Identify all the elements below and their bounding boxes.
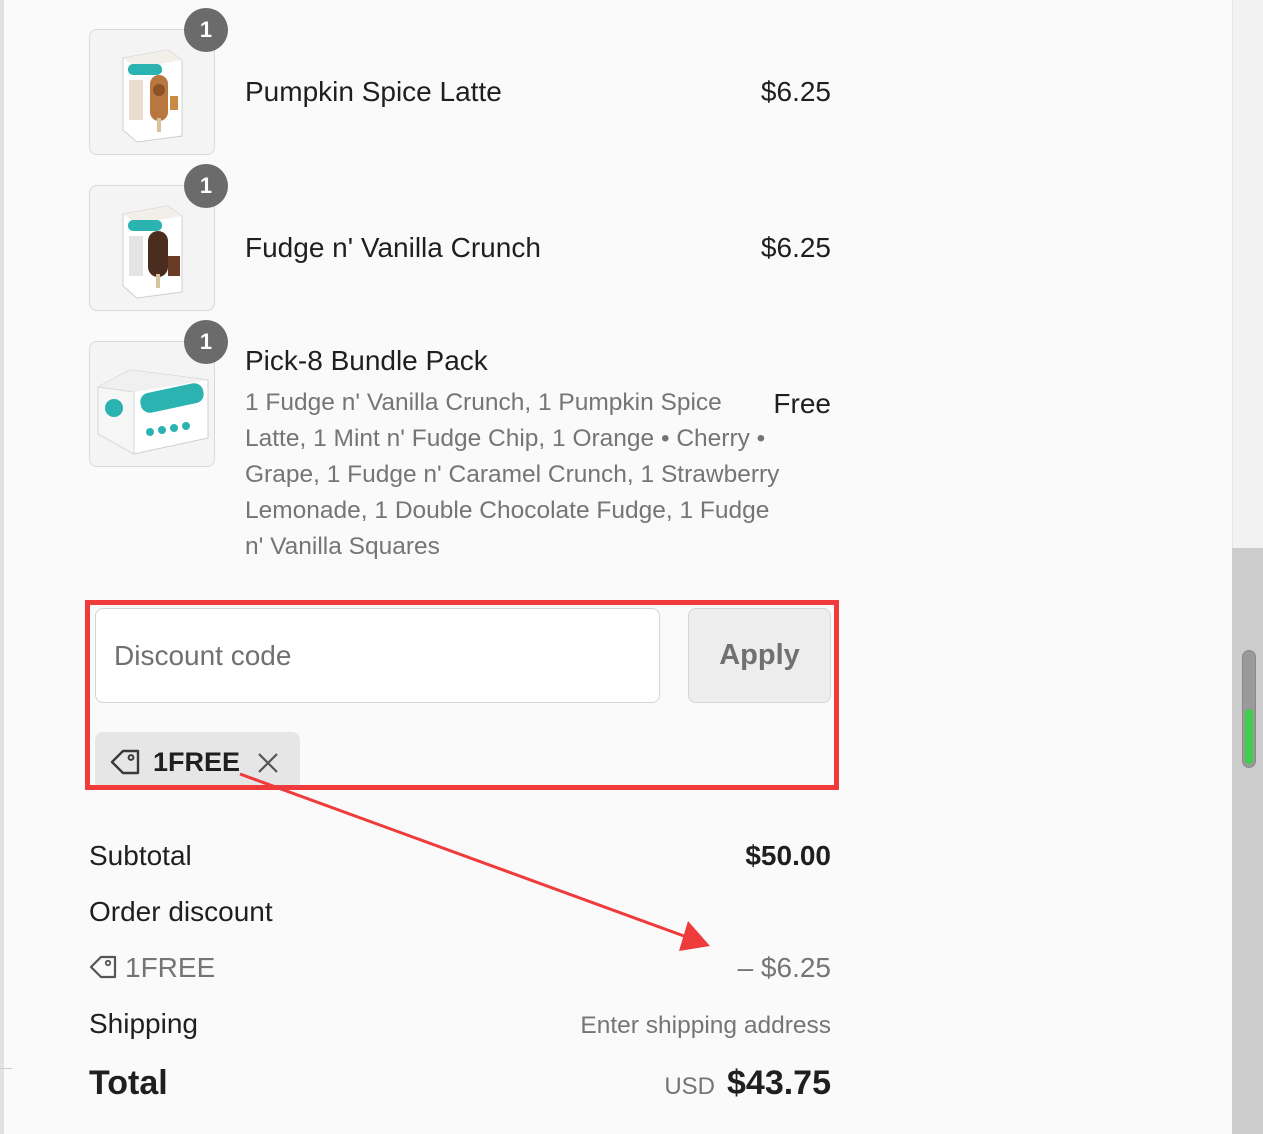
discount-code-text: 1FREE: [125, 952, 216, 983]
subtotal-value: $50.00: [745, 840, 831, 871]
scrollbar-thumb[interactable]: [1242, 650, 1256, 768]
item-price: $6.25: [760, 76, 831, 107]
item-name: Fudge n' Vanilla Crunch: [245, 232, 541, 263]
left-panel-edge: [0, 0, 4, 1134]
order-discount-label: Order discount: [89, 896, 273, 927]
scroll-level-indicator: [1245, 709, 1253, 764]
item-price: $6.25: [760, 232, 831, 263]
item-name: Pumpkin Spice Latte: [245, 76, 502, 107]
total-value: $43.75: [727, 1064, 831, 1102]
quantity-badge: 1: [184, 164, 228, 208]
line-item: 1 Pick-8 Bundle Pack Free 1 Fudge n' Van…: [89, 320, 831, 561]
left-divider: [0, 1068, 12, 1069]
discount-code-row: 1FREE: [89, 952, 215, 986]
line-item: 1 Fudge n' Vanilla Crunch $6.25: [89, 164, 831, 313]
total-amount: USD $43.75: [664, 1064, 831, 1103]
subtotal-label: Subtotal: [89, 840, 192, 871]
bundle-contents: 1 Fudge n' Vanilla Crunch, 1 Pumpkin Spi…: [245, 389, 780, 560]
item-name: Pick-8 Bundle Pack: [245, 345, 488, 376]
scrollbar-track[interactable]: [1232, 548, 1263, 1134]
shipping-label: Shipping: [89, 1008, 198, 1039]
tag-icon: [89, 954, 117, 986]
quantity-badge: 1: [184, 320, 228, 364]
total-label: Total: [89, 1064, 168, 1102]
highlight-annotation: [85, 600, 839, 790]
line-item: 1 Pumpkin Spice Latte $6.25: [89, 8, 831, 157]
currency-code: USD: [664, 1073, 715, 1100]
quantity-badge: 1: [184, 8, 228, 52]
discount-value: – $6.25: [737, 952, 831, 983]
shipping-value: Enter shipping address: [580, 1012, 831, 1039]
